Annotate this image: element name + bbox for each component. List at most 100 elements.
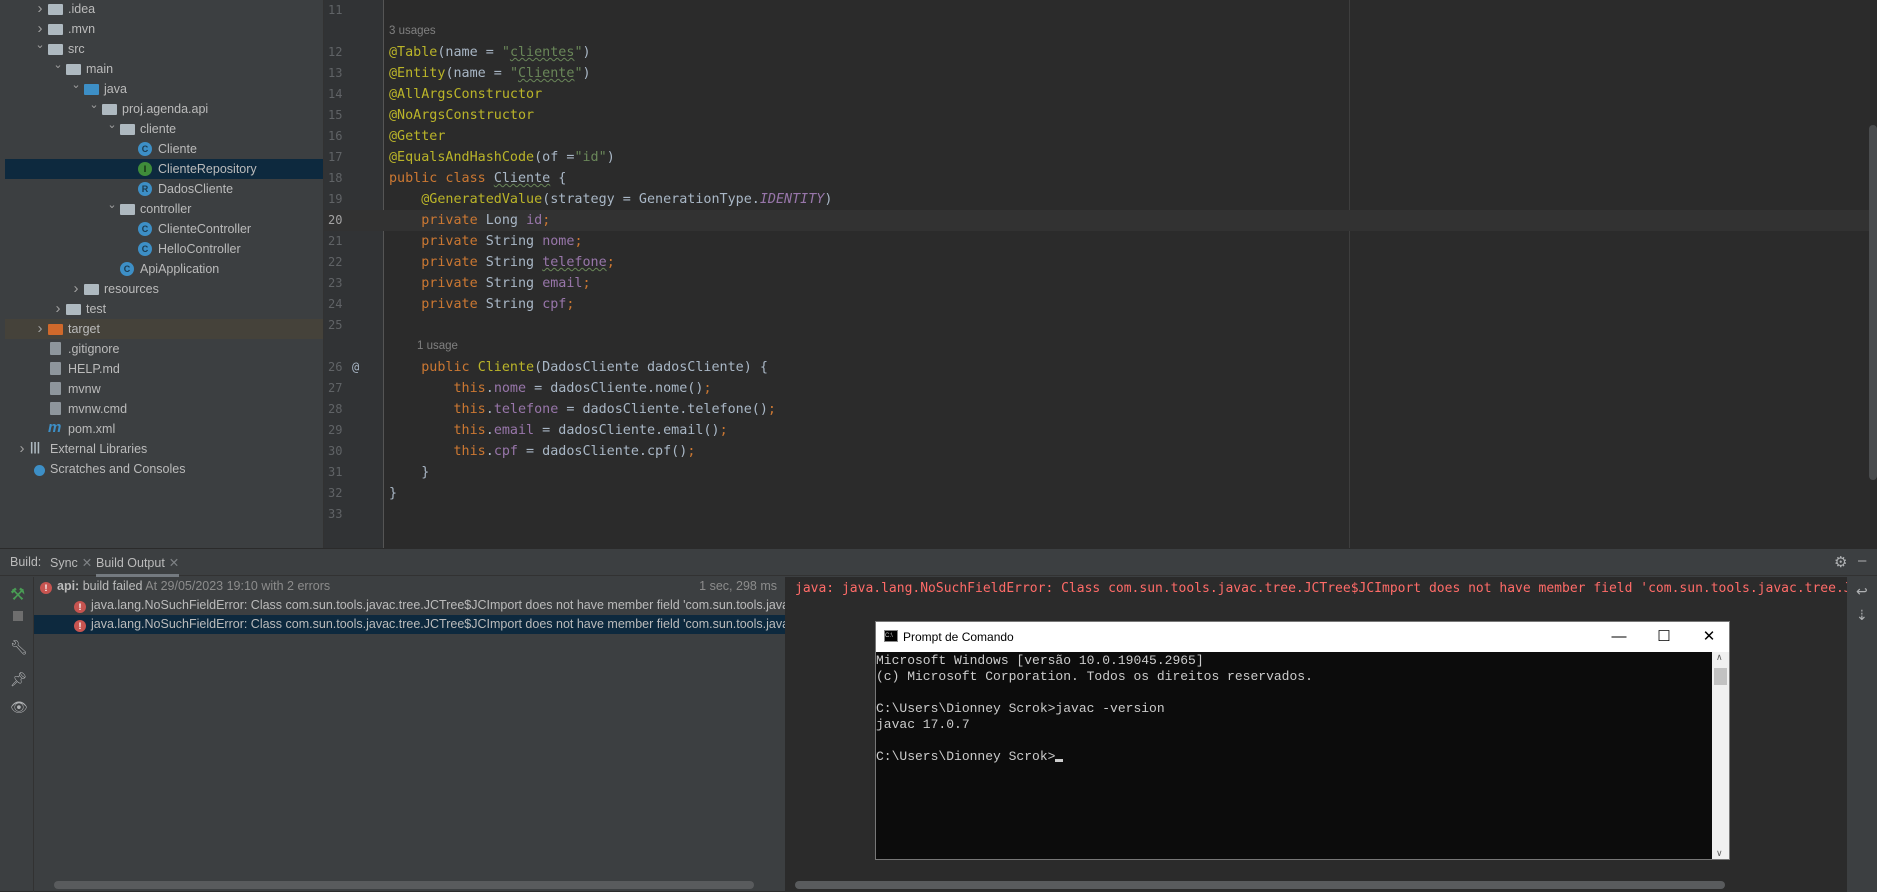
tree-item[interactable]: C HelloController [5,239,323,259]
chevron-down-icon[interactable]: ⌄ [106,195,118,215]
code-line[interactable]: 29 this.email = dadosCliente.email(); [324,420,1877,441]
command-prompt-window[interactable]: C:\ Prompt de Comando — ☐ ✕ Microsoft Wi… [875,621,1730,860]
code-line[interactable]: 23 private String email; [324,273,1877,294]
code-text: private String cpf; [389,297,575,312]
code-line[interactable]: 21 private String nome; [324,231,1877,252]
close-icon[interactable]: ✕ [82,556,92,570]
line-number: 21 [328,234,343,248]
stop-icon[interactable] [13,611,23,621]
tree-item[interactable]: C ClienteController [5,219,323,239]
maximize-button[interactable]: ☐ [1644,622,1684,652]
cmd-title-bar[interactable]: C:\ Prompt de Comando — ☐ ✕ [876,622,1729,652]
console-horizontal-scrollbar[interactable] [795,881,1725,889]
tree-item[interactable]: ⌄ cliente [5,119,323,139]
usage-hint[interactable]: 1 usage [324,336,1877,357]
code-line[interactable]: 15 @NoArgsConstructor [324,105,1877,126]
code-line[interactable]: 12 @Table(name = "clientes") [324,42,1877,63]
code-line[interactable]: 20 private Long id; [324,210,1877,231]
code-line[interactable]: 27 this.nome = dadosCliente.nome(); [324,378,1877,399]
tree-item[interactable]: › resources [5,279,323,299]
code-line[interactable]: 33 [324,504,1877,525]
tree-item[interactable]: I ClienteRepository [5,159,323,179]
code-line[interactable]: 26 @ public Cliente(DadosCliente dadosCli… [324,357,1877,378]
usage-hint[interactable]: 3 usages [324,21,1877,42]
hammer-icon[interactable]: ⚒ [10,585,25,605]
tree-item[interactable]: R DadosCliente [5,179,323,199]
build-tree[interactable]: ! api: build failed At 29/05/2023 19:10 w… [34,577,785,892]
code-line[interactable]: 31 } [324,462,1877,483]
wrench-icon[interactable]: 🔧︎ [10,639,28,656]
tree-item[interactable]: ⌄ controller [5,199,323,219]
code-line[interactable]: 11 [324,0,1877,21]
code-line[interactable]: 19 @GeneratedValue(strategy = Generation… [324,189,1877,210]
tree-item[interactable]: .gitignore [5,339,323,359]
build-summary-row[interactable]: ! api: build failed At 29/05/2023 19:10 w… [34,577,785,596]
usage-count[interactable]: 1 usage [417,336,458,357]
code-line[interactable]: 17 @EqualsAndHashCode(of ="id") [324,147,1877,168]
eye-icon[interactable]: 👁︎ [10,699,28,716]
tree-item[interactable]: › .mvn [5,19,323,39]
cmd-scrollbar[interactable]: ∧ ∨ [1712,652,1729,859]
code-line[interactable]: 30 this.cpf = dadosCliente.cpf(); [324,441,1877,462]
implements-gutter-icon[interactable]: @ [352,357,382,378]
build-error-row[interactable]: ! java.lang.NoSuchFieldError: Class com.s… [34,596,785,615]
code-line[interactable]: 24 private String cpf; [324,294,1877,315]
soft-wrap-icon[interactable]: ↩ [1856,583,1868,600]
chevron-down-icon[interactable]: ⌄ [70,75,82,95]
tree-item[interactable]: HELP.md [5,359,323,379]
tree-item[interactable]: › ||| External Libraries [5,439,323,459]
pin-icon[interactable]: 📌︎ [10,671,28,688]
chevron-right-icon[interactable]: › [16,439,28,459]
tree-item[interactable]: mvnw.cmd [5,399,323,419]
cmd-scroll-thumb[interactable] [1714,668,1727,685]
minimize-icon[interactable]: – [1858,552,1866,569]
chevron-right-icon[interactable]: › [34,0,46,19]
code-line[interactable]: 13 @Entity(name = "Cliente") [324,63,1877,84]
code-line[interactable]: 16 @Getter [324,126,1877,147]
tree-item[interactable]: › test [5,299,323,319]
scroll-up-icon[interactable]: ∧ [1716,652,1723,663]
tree-item[interactable]: ⌄ proj.agenda.api [5,99,323,119]
code-line[interactable]: 14 @AllArgsConstructor [324,84,1877,105]
tab-sync[interactable]: Sync ✕ [50,555,92,570]
tree-item[interactable]: ⌄ main [5,59,323,79]
chevron-down-icon[interactable]: ⌄ [88,95,100,115]
code-line[interactable]: 25 [324,315,1877,336]
code-line[interactable]: 22 private String telefone; [324,252,1877,273]
cmd-output[interactable]: Microsoft Windows [versão 10.0.19045.296… [876,652,1712,859]
code-line[interactable]: 18 public class Cliente { [324,168,1877,189]
chevron-right-icon[interactable]: › [34,319,46,339]
tree-item[interactable]: ⌄ java [5,79,323,99]
close-button[interactable]: ✕ [1689,622,1729,652]
tab-build-output[interactable]: Build Output ✕ [96,555,180,577]
tree-item[interactable]: › .idea [5,0,323,19]
code-editor[interactable]: 11 3 usages 12 @Table(name = "clientes") 13 @… [324,0,1877,548]
tree-item[interactable]: m pom.xml [5,419,323,439]
editor-vertical-scrollbar[interactable] [1869,125,1877,480]
tree-item[interactable]: Scratches and Consoles [5,459,323,479]
gear-icon[interactable]: ⚙ [1834,553,1847,571]
chevron-down-icon[interactable]: ⌄ [34,35,46,55]
tree-item[interactable]: mvnw [5,379,323,399]
chevron-right-icon[interactable]: › [70,279,82,299]
scroll-to-end-icon[interactable]: ⇣ [1856,607,1868,624]
usage-count[interactable]: 3 usages [389,21,436,42]
build-status: build failed [82,579,143,593]
minimize-button[interactable]: — [1599,622,1639,652]
build-error-row[interactable]: ! java.lang.NoSuchFieldError: Class com.s… [34,615,785,634]
tree-item[interactable]: › target [5,319,323,339]
tree-item[interactable]: C ApiApplication [5,259,323,279]
chevron-down-icon[interactable]: ⌄ [52,55,64,75]
tab-label: Build Output [96,556,165,570]
line-number: 11 [328,3,343,17]
scroll-down-icon[interactable]: ∨ [1716,848,1723,859]
chevron-down-icon[interactable]: ⌄ [106,115,118,135]
project-tree[interactable]: › .idea › .mvn ⌄ src ⌄ main ⌄ java ⌄ proj.agenda.ap… [0,0,324,548]
tree-item[interactable]: C Cliente [5,139,323,159]
close-icon[interactable]: ✕ [169,556,179,570]
code-line[interactable]: 28 this.telefone = dadosCliente.telefone… [324,399,1877,420]
build-tree-horizontal-scrollbar[interactable] [54,881,754,889]
tree-item-label: java [104,82,127,96]
chevron-right-icon[interactable]: › [52,299,64,319]
code-line[interactable]: 32} [324,483,1877,504]
